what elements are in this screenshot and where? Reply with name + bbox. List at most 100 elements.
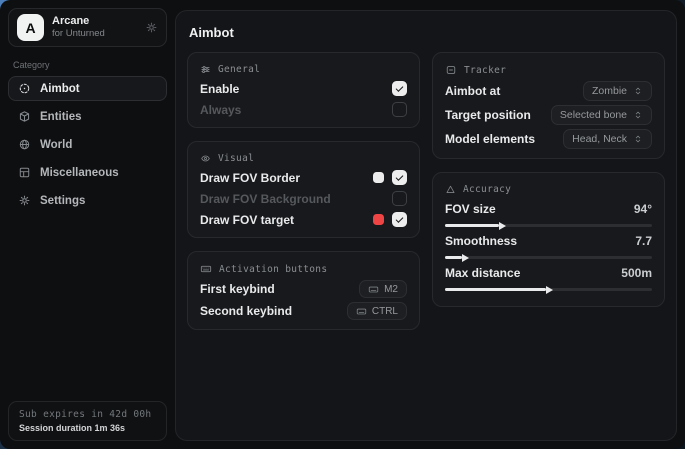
brand-text: Arcane for Unturned [52, 15, 105, 41]
enable-checkbox[interactable] [392, 81, 407, 96]
aimbot-at-label: Aimbot at [445, 84, 500, 98]
crosshair-icon [18, 82, 31, 95]
aimbot-at-row: Aimbot at Zombie [445, 81, 652, 101]
always-label: Always [200, 103, 241, 117]
session-duration-text: Session duration 1m 36s [19, 423, 156, 433]
fov-size-label: FOV size [445, 202, 496, 216]
keyboard-icon [356, 306, 367, 317]
activation-header: Activation buttons [200, 263, 407, 275]
sidebar-item-world[interactable]: World [8, 132, 167, 157]
activation-title: Activation buttons [219, 264, 327, 275]
main-panel: Aimbot General Enable [175, 10, 677, 441]
general-header: General [200, 64, 407, 75]
fov-target-checkbox[interactable] [392, 212, 407, 227]
smoothness-slider[interactable] [445, 256, 652, 259]
scan-box-icon [445, 64, 457, 76]
fov-target-label: Draw FOV target [200, 213, 294, 227]
gear-icon[interactable] [145, 21, 158, 34]
visual-title: Visual [218, 153, 254, 164]
enable-row: Enable [200, 80, 407, 97]
visual-header: Visual [200, 153, 407, 164]
fov-background-checkbox[interactable] [392, 191, 407, 206]
fov-border-color-swatch[interactable] [373, 172, 384, 183]
sidebar-item-label: Miscellaneous [40, 167, 119, 179]
accuracy-card: Accuracy FOV size 94° Smoothness [432, 172, 665, 307]
fov-target-row: Draw FOV target [200, 211, 407, 228]
fov-border-checkbox[interactable] [392, 170, 407, 185]
model-elements-label: Model elements [445, 132, 535, 146]
general-title: General [218, 64, 260, 75]
smoothness-value: 7.7 [635, 234, 652, 248]
sidebar-item-settings[interactable]: Settings [8, 188, 167, 213]
sidebar-item-label: Entities [40, 111, 82, 123]
unfold-more-icon [633, 110, 643, 120]
page-title: Aimbot [189, 25, 663, 40]
sidebar-item-entities[interactable]: Entities [8, 104, 167, 129]
fov-target-color-swatch[interactable] [373, 214, 384, 225]
max-distance-row: Max distance 500m [445, 266, 652, 291]
always-row: Always [200, 101, 407, 118]
globe-icon [18, 138, 31, 151]
smoothness-row: Smoothness 7.7 [445, 234, 652, 259]
keyboard-icon [368, 284, 379, 295]
smoothness-label: Smoothness [445, 234, 517, 248]
always-checkbox[interactable] [392, 102, 407, 117]
brand-card: A Arcane for Unturned [8, 8, 167, 47]
target-position-label: Target position [445, 108, 531, 122]
enable-label: Enable [200, 82, 239, 96]
slider-fill [445, 256, 462, 259]
first-keybind-button[interactable]: M2 [359, 280, 407, 298]
sidebar: A Arcane for Unturned Category A [0, 0, 175, 449]
triangle-icon [445, 184, 456, 195]
tracker-header: Tracker [445, 64, 652, 76]
slider-fill [445, 224, 499, 227]
app-name: Arcane [52, 15, 105, 29]
aimbot-at-select[interactable]: Zombie [583, 81, 652, 101]
fov-size-slider[interactable] [445, 224, 652, 227]
max-distance-slider[interactable] [445, 288, 652, 291]
sub-expiry-text: Sub expires in 42d 00h [19, 409, 156, 420]
slider-fill [445, 288, 546, 291]
fov-border-row: Draw FOV Border [200, 169, 407, 186]
max-distance-value: 500m [621, 266, 652, 280]
app-window: A Arcane for Unturned Category A [0, 0, 685, 449]
sidebar-item-miscellaneous[interactable]: Miscellaneous [8, 160, 167, 185]
first-keybind-label: First keybind [200, 282, 275, 296]
sidebar-item-label: Aimbot [40, 83, 80, 95]
eye-icon [200, 153, 211, 164]
accuracy-title: Accuracy [463, 184, 511, 195]
sidebar-nav: Aimbot Entities World [8, 76, 167, 213]
app-subtitle: for Unturned [52, 28, 105, 40]
accuracy-header: Accuracy [445, 184, 652, 195]
app-logo: A [17, 14, 44, 41]
fov-background-row: Draw FOV Background [200, 190, 407, 207]
sidebar-item-aimbot[interactable]: Aimbot [8, 76, 167, 101]
target-position-row: Target position Selected bone [445, 105, 652, 125]
model-elements-select[interactable]: Head, Neck [563, 129, 652, 149]
fov-size-value: 94° [634, 202, 652, 216]
sidebar-item-label: World [40, 139, 72, 151]
target-position-select[interactable]: Selected bone [551, 105, 652, 125]
category-label: Category [13, 60, 162, 70]
fov-background-label: Draw FOV Background [200, 192, 331, 206]
keyboard-icon [200, 263, 212, 275]
target-position-value: Selected bone [560, 109, 627, 121]
max-distance-label: Max distance [445, 266, 520, 280]
grid-icon [18, 166, 31, 179]
fov-size-row: FOV size 94° [445, 202, 652, 227]
second-keybind-button[interactable]: CTRL [347, 302, 407, 320]
fov-border-label: Draw FOV Border [200, 171, 300, 185]
general-card: General Enable Always [187, 52, 420, 128]
activation-buttons-card: Activation buttons First keybind M2 [187, 251, 420, 330]
second-keybind-label: Second keybind [200, 304, 292, 318]
unfold-more-icon [633, 134, 643, 144]
tracker-title: Tracker [464, 65, 506, 76]
aimbot-at-value: Zombie [592, 85, 627, 97]
second-keybind-value: CTRL [372, 306, 398, 317]
tracker-card: Tracker Aimbot at Zombie [432, 52, 665, 159]
sidebar-item-label: Settings [40, 195, 85, 207]
model-elements-value: Head, Neck [572, 133, 627, 145]
second-keybind-row: Second keybind CTRL [200, 302, 407, 320]
model-elements-row: Model elements Head, Neck [445, 129, 652, 149]
visual-card: Visual Draw FOV Border Draw FOV Backgrou… [187, 141, 420, 238]
